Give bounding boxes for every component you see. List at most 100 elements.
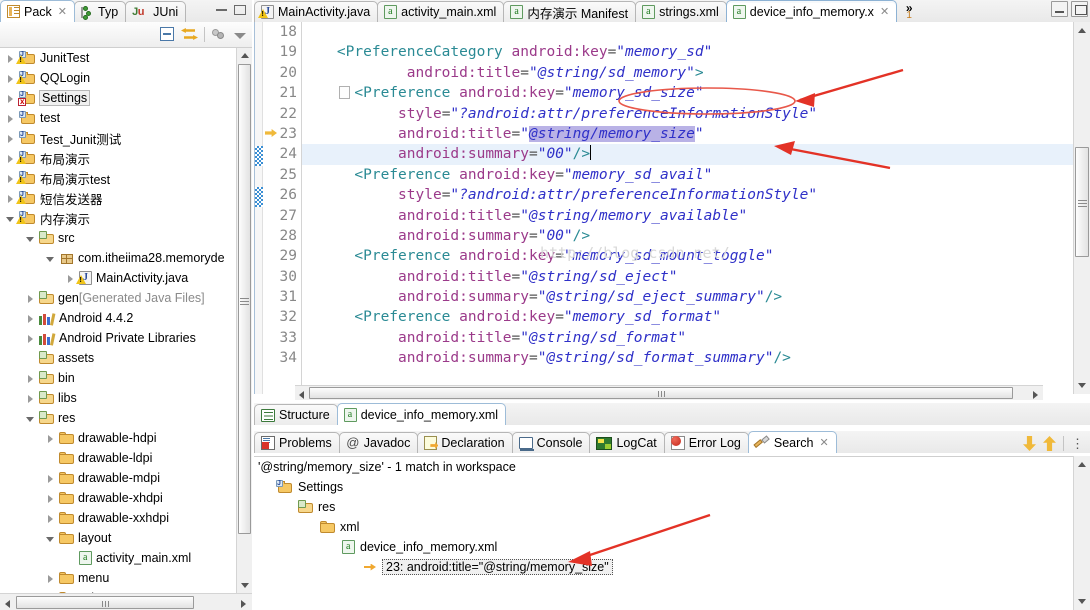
search-scroll-up-arrow[interactable] [1078,462,1086,467]
tree-item-junittest[interactable]: JJunitTest [0,48,236,68]
tab-structure[interactable]: Structure [254,404,338,425]
code-line-33[interactable]: android:title="@string/sd_format" [302,328,1073,348]
expand-twisty-icon[interactable] [24,332,37,345]
tree-item-drawable-ldpi[interactable]: drawable-ldpi [0,448,236,468]
scroll-down-arrow[interactable] [241,583,249,588]
code-line-23[interactable]: android:title="@string/memory_size" [302,124,1073,144]
code-line-27[interactable]: android:title="@string/memory_available" [302,206,1073,226]
package-explorer-vscrollbar[interactable] [236,48,252,593]
tree-item-activity-main-xml[interactable]: activity_main.xml [0,548,236,568]
tree-item-mainactivity-java[interactable]: MainActivity.java [0,268,236,288]
expand-twisty-icon[interactable] [44,432,57,445]
tree-item-assets[interactable]: assets [0,348,236,368]
tab-strings-xml[interactable]: strings.xml [635,1,727,22]
tree-item-drawable-mdpi[interactable]: drawable-mdpi [0,468,236,488]
tab-activity-main-xml[interactable]: activity_main.xml [377,1,505,22]
code-line-25[interactable]: <Preference android:key="memory_sd_avail… [302,165,1073,185]
tree-item-drawable-hdpi[interactable]: drawable-hdpi [0,428,236,448]
close-icon[interactable]: ✕ [820,436,829,449]
editor-scroll-left-arrow[interactable] [299,391,304,399]
tab-typ[interactable]: Typ [74,1,127,22]
tab-overflow-indicator[interactable]: » 1 [896,1,922,22]
tree-item-[interactable]: J内存演示 [0,208,236,228]
tab-console[interactable]: Console [511,432,591,453]
code-line-32[interactable]: <Preference android:key="memory_sd_forma… [302,307,1073,327]
editor-scroll-right-arrow[interactable] [1033,391,1038,399]
tab-declaration[interactable]: Declaration [417,432,513,453]
tree-item-res[interactable]: res [0,408,236,428]
code-line-31[interactable]: android:summary= "@string/sd_eject_summar… [302,287,1073,307]
tree-item-libs[interactable]: libs [0,388,236,408]
expand-twisty-icon[interactable] [4,112,17,125]
editor-vscrollbar[interactable] [1073,22,1090,394]
expand-twisty-icon[interactable] [44,472,57,485]
code-line-24[interactable]: android:summary="00"/> [302,144,1073,165]
tree-item-menu[interactable]: menu [0,568,236,588]
package-explorer-hscroll-thumb[interactable] [16,596,194,609]
code-line-26[interactable]: style="?android:attr/preferenceInformati… [302,185,1073,205]
expand-twisty-icon[interactable] [4,132,17,145]
editor-scroll-up-arrow[interactable] [1078,28,1086,33]
package-explorer-hscrollbar[interactable] [0,593,252,610]
scroll-left-arrow[interactable] [5,600,10,608]
tree-item-test[interactable]: Jtest [0,108,236,128]
tab-mainactivity-java[interactable]: MainActivity.java [254,1,379,22]
tree-item-src[interactable]: src [0,228,236,248]
tree-item-test-junit[interactable]: J Test_Junit测试 [0,128,236,148]
expand-twisty-icon[interactable] [24,372,37,385]
editor-hscrollbar[interactable] [295,385,1043,400]
tree-item-drawable-xxhdpi[interactable]: drawable-xxhdpi [0,508,236,528]
tree-item-[interactable]: J短信发送器 [0,188,236,208]
search-result-row[interactable]: res [254,497,1073,517]
tab-manifest[interactable]: 内存演示 Manifest [503,1,637,22]
search-result-row[interactable]: device_info_memory.xml [254,537,1073,557]
collapse-all-button[interactable] [159,26,176,43]
tree-item-settings[interactable]: JSettings [0,88,236,108]
next-match-icon[interactable] [1023,436,1036,451]
expand-twisty-icon[interactable] [44,512,57,525]
tree-item-bin[interactable]: bin [0,368,236,388]
expand-twisty-icon[interactable] [44,572,57,585]
tree-item-android-private-libraries[interactable]: Android Private Libraries [0,328,236,348]
tab-device-info-memory-x[interactable]: device_info_memory.x ✕ [725,0,898,22]
maximize-view-button[interactable] [232,2,248,18]
search-vscrollbar[interactable] [1073,456,1090,610]
tab-search[interactable]: Search ✕ [747,431,837,453]
link-with-editor-button[interactable] [181,26,199,43]
scroll-right-arrow[interactable] [241,600,246,608]
fold-marker-icon[interactable] [339,86,350,100]
code-line-30[interactable]: android:title="@string/sd_eject" [302,267,1073,287]
view-menu-button[interactable] [210,26,227,43]
tree-item-qqlogin[interactable]: JQQLogin [0,68,236,88]
editor-hscroll-thumb[interactable] [309,387,1013,399]
code-line-21[interactable]: <Preference android:key="memory_sd_size" [302,83,1073,103]
tab-pack[interactable]: Pack ✕ [0,0,76,22]
collapse-twisty-icon[interactable] [44,532,57,545]
expand-twisty-icon[interactable] [24,312,37,325]
search-result-row[interactable]: xml [254,517,1073,537]
search-result-row[interactable]: J Settings [254,477,1073,497]
tree-item-com-itheiima28-memoryde[interactable]: com.itheiima28.memoryde [0,248,236,268]
code-editor[interactable]: 18 19 20 21 22 23 24 25 26 27 28 29 30 31 32 33 34 <Pref… [254,22,1090,394]
view-dropdown-button[interactable] [232,27,248,43]
close-icon[interactable]: ✕ [58,5,67,18]
package-explorer-scroll-thumb[interactable] [238,64,251,534]
expand-twisty-icon[interactable] [4,92,17,105]
tab-logcat[interactable]: LogCat [589,432,665,453]
restore-editor-button[interactable] [1051,1,1068,17]
tab-javadoc[interactable]: @ Javadoc [338,432,419,453]
editor-scroll-down-arrow[interactable] [1078,383,1086,388]
code-line-18[interactable] [302,22,1073,42]
code-line-22[interactable]: style="?android:attr/preferenceInformati… [302,104,1073,124]
tab-device-info-memory-xml[interactable]: device_info_memory.xml [336,403,507,425]
tree-item-drawable-xhdpi[interactable]: drawable-xhdpi [0,488,236,508]
previous-match-icon[interactable] [1043,436,1056,451]
search-scroll-down-arrow[interactable] [1078,599,1086,604]
code-line-29[interactable]: <Preference android:key="memory_sd_mount… [302,246,1073,266]
code-line-34[interactable]: android:summary="@string/sd_format_summa… [302,348,1073,368]
tab-juni[interactable]: Ju JUni [125,1,187,22]
tree-item-android-4-4-2[interactable]: Android 4.4.2 [0,308,236,328]
tab-problems[interactable]: Problems [254,432,340,453]
collapse-twisty-icon[interactable] [24,412,37,425]
search-view-menu-icon[interactable]: ⋮ [1071,436,1084,451]
